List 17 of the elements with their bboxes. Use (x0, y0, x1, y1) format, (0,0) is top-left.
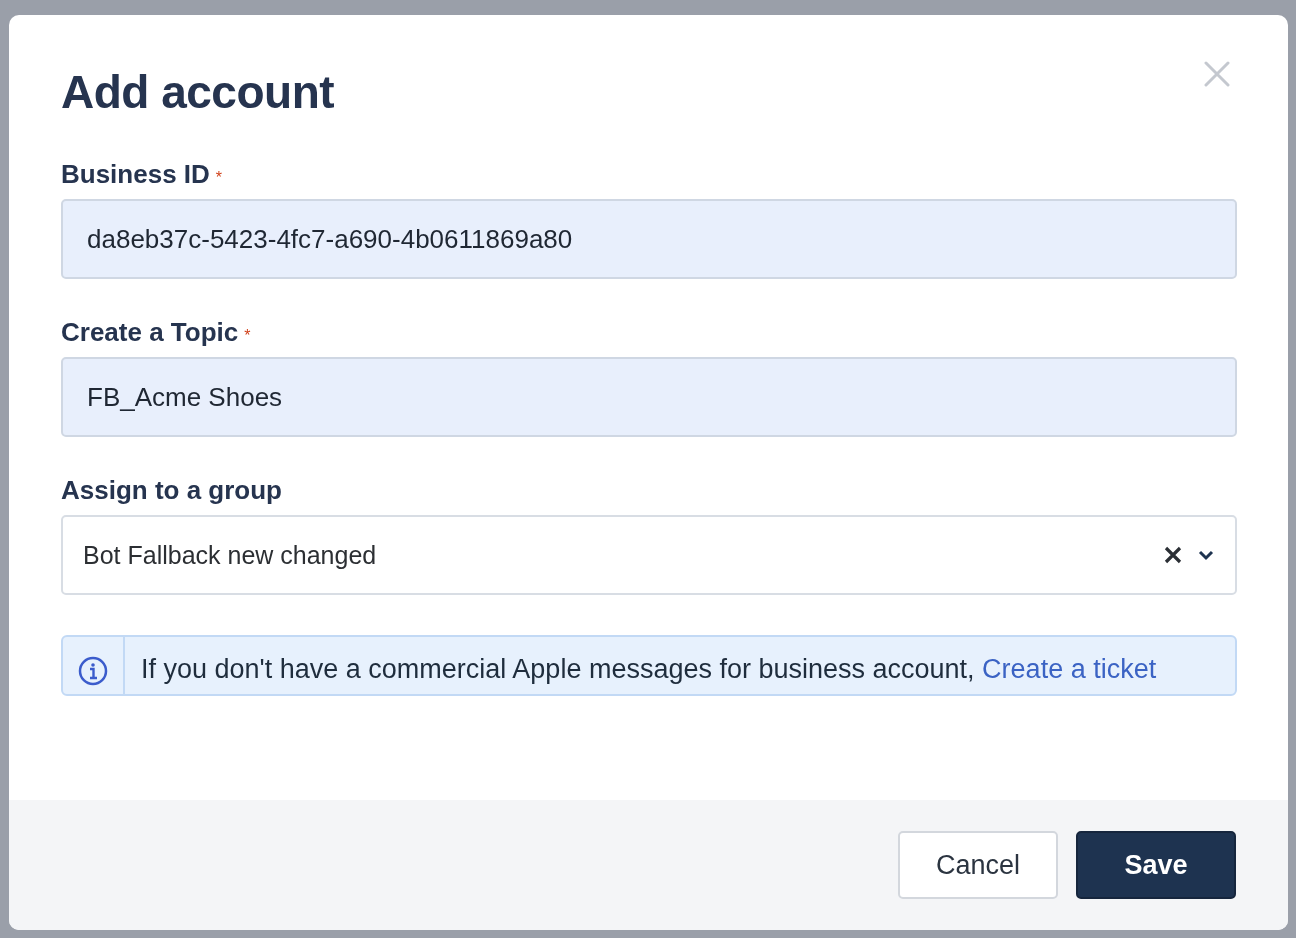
dialog-title: Add account (61, 65, 335, 119)
text-field[interactable]: da8eb37c-5423-4fc7-a690-4b0611869a80 (61, 199, 1237, 279)
field-label: Business ID (61, 159, 210, 190)
group-select[interactable]: Bot Fallback new changed (61, 515, 1237, 595)
select-value: Bot Fallback new changed (83, 540, 378, 570)
field-label: Create a Topic (61, 317, 239, 348)
chevron-down-icon[interactable] (1197, 549, 1215, 561)
cancel-button[interactable]: Cancel (898, 831, 1058, 899)
create-ticket-link[interactable]: Create a ticket (982, 654, 1157, 684)
info-icon (78, 656, 108, 686)
save-button[interactable]: Save (1076, 831, 1236, 899)
required-mark: * (215, 169, 223, 186)
info-message: If you don't have a commercial Apple messages for business account, Create a ticket (140, 653, 1158, 686)
required-mark: * (244, 327, 251, 344)
clear-icon[interactable] (1163, 545, 1183, 565)
text-field[interactable]: FB_Acme Shoes (61, 357, 1237, 437)
field-label: Assign to a group (61, 475, 282, 506)
